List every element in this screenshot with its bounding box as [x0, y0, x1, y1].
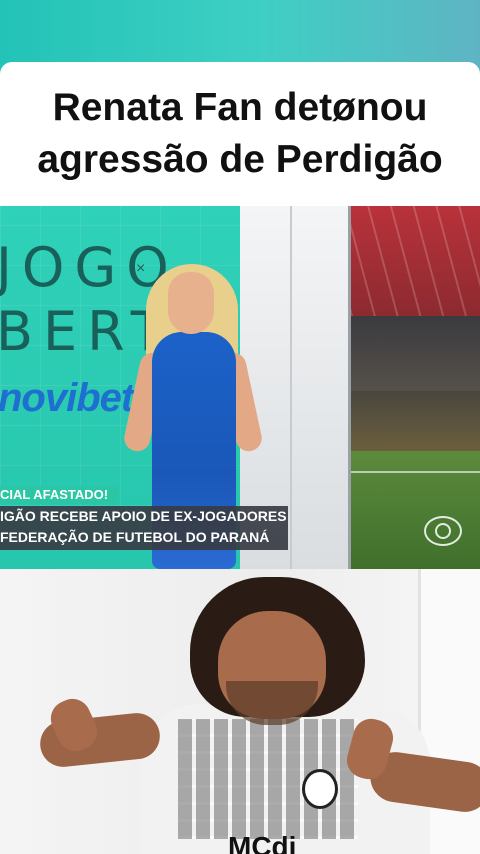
lower-third-line-1: IGÃO RECEBE APOIO DE EX-JOGADORES — [0, 508, 287, 524]
pitch-line — [351, 471, 480, 473]
player-clip: MCdi — [0, 569, 480, 854]
channel-logo-icon — [424, 516, 462, 546]
stadium-stands-lower — [351, 391, 480, 451]
wall-seam — [290, 206, 292, 569]
lower-third-box: IGÃO RECEBE APOIO DE EX-JOGADORES FEDERA… — [0, 506, 288, 550]
lower-third-line-2: FEDERAÇÃO DE FUTEBOL DO PARANÁ — [0, 529, 270, 545]
stadium-screen — [348, 206, 480, 569]
caption-line-2: agressão de Perdigão — [37, 138, 443, 181]
shirt-sponsor-text: MCdi — [228, 831, 297, 854]
stadium-stands-upper — [351, 316, 480, 391]
caption-line-1: Renata Fan detønou — [52, 86, 428, 129]
tv-studio-clip: JOGO × BERTO novibet CIAL AFASTADO! IGÃO… — [0, 206, 480, 569]
presenter-face — [168, 272, 214, 334]
sponsor-logo: novibet — [0, 376, 134, 420]
club-crest-icon — [302, 769, 338, 809]
lower-third-tag: CIAL AFASTADO! — [0, 486, 119, 504]
stadium-roof-beams — [351, 206, 480, 316]
caption-card: Renata Fan detønou agressão de Perdigão — [0, 62, 480, 206]
stadium-pitch — [351, 451, 480, 569]
player-figure: MCdi — [37, 569, 480, 854]
